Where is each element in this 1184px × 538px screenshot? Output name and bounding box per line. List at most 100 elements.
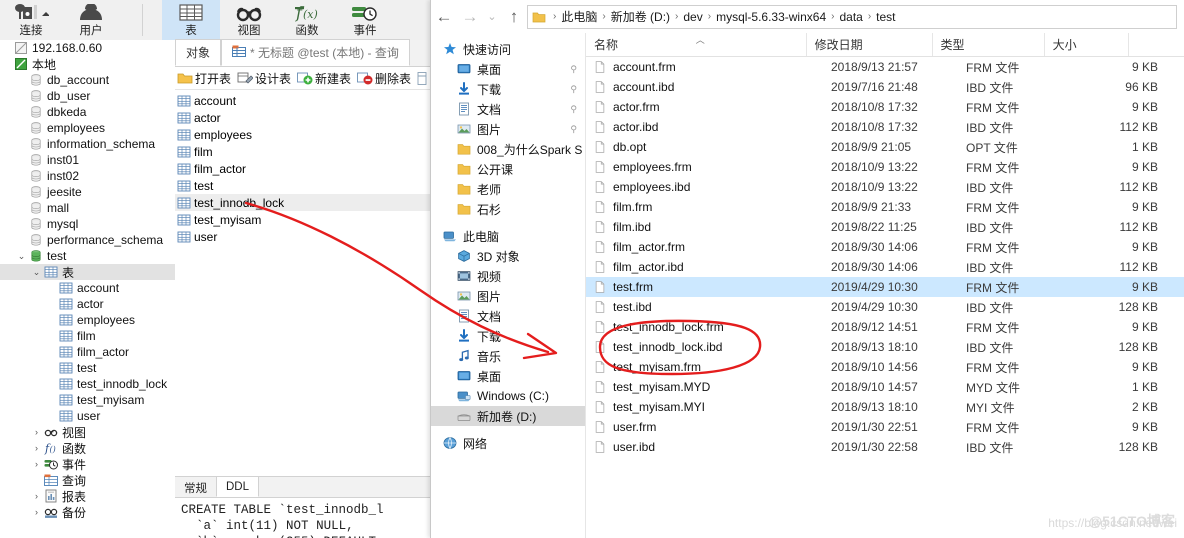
explorer-sidebar-item[interactable]: 下载 bbox=[431, 326, 585, 346]
explorer-sidebar-item[interactable]: 008_为什么Spark S bbox=[431, 139, 585, 159]
ribbon-button-connection[interactable]: 连接 bbox=[0, 0, 62, 40]
pin-icon[interactable]: ⚲ bbox=[570, 84, 577, 95]
pin-icon[interactable]: ⚲ bbox=[570, 104, 577, 115]
object-table-list[interactable]: account actor employees film film_actor test t… bbox=[175, 90, 440, 245]
object-list-item[interactable]: film_actor bbox=[175, 160, 440, 177]
object-tabstrip[interactable]: 对象 * 无标题 @test (本地) - 查询 bbox=[175, 39, 440, 67]
object-list-item[interactable]: test_myisam bbox=[175, 211, 440, 228]
tree-item--[interactable]: › 事件 bbox=[0, 456, 175, 472]
breadcrumb-item[interactable]: mysql-5.6.33-winx64 bbox=[716, 10, 826, 24]
chevron-right-icon[interactable]: › bbox=[30, 459, 43, 469]
column-header-name[interactable]: 名称 ︿ bbox=[586, 33, 807, 56]
chevron-down-icon[interactable]: ⌄ bbox=[15, 251, 28, 262]
object-toolbar[interactable]: 打开表 设计表 新建表 删除表 bbox=[175, 67, 440, 90]
explorer-sidebar-item[interactable]: 文档 bbox=[431, 306, 585, 326]
tab-general[interactable]: 常规 bbox=[175, 478, 216, 497]
object-list-item[interactable]: employees bbox=[175, 126, 440, 143]
explorer-sidebar-item[interactable]: Windows (C:) bbox=[431, 386, 585, 406]
ribbon-button-table[interactable]: 表 bbox=[162, 0, 220, 40]
tree-item-test[interactable]: ⌄ test bbox=[0, 248, 175, 264]
ribbon-button-function[interactable]: f (x) 函数 bbox=[278, 0, 336, 40]
explorer-sidebar-item[interactable]: 老师 bbox=[431, 179, 585, 199]
chevron-right-icon[interactable]: › bbox=[30, 507, 43, 517]
tree-item--[interactable]: ⌄ 表 bbox=[0, 264, 175, 280]
file-row[interactable]: user.frm 2019/1/30 22:51 FRM 文件 9 KB bbox=[586, 417, 1184, 437]
file-list[interactable]: account.frm 2018/9/13 21:57 FRM 文件 9 KB acco… bbox=[586, 57, 1184, 457]
explorer-sidebar-item[interactable]: 图片 ⚲ bbox=[431, 119, 585, 139]
forward-arrow-icon[interactable]: → bbox=[457, 4, 483, 30]
file-row[interactable]: employees.frm 2018/10/9 13:22 FRM 文件 9 KB bbox=[586, 157, 1184, 177]
explorer-sidebar-item[interactable]: 公开课 bbox=[431, 159, 585, 179]
design-table-button[interactable]: 设计表 bbox=[237, 70, 291, 87]
tab-query[interactable]: * 无标题 @test (本地) - 查询 bbox=[221, 39, 410, 66]
explorer-sidebar-item[interactable]: 图片 bbox=[431, 286, 585, 306]
explorer-sidebar-item[interactable]: 视频 bbox=[431, 266, 585, 286]
tree-item-mall[interactable]: mall bbox=[0, 200, 175, 216]
file-list-header[interactable]: 名称 ︿ 修改日期 类型 大小 bbox=[586, 33, 1184, 57]
chevron-down-icon[interactable]: ⌄ bbox=[30, 267, 43, 278]
tree-item--[interactable]: › f() 函数 bbox=[0, 440, 175, 456]
tree-item-test[interactable]: test bbox=[0, 360, 175, 376]
pin-icon[interactable]: ⚲ bbox=[570, 64, 577, 75]
file-row[interactable]: film_actor.ibd 2018/9/30 14:06 IBD 文件 112 K… bbox=[586, 257, 1184, 277]
ddl-tabstrip[interactable]: 常规 DDL bbox=[175, 476, 440, 498]
object-list-item[interactable]: test_innodb_lock bbox=[175, 194, 440, 211]
explorer-sidebar-item[interactable]: 新加卷 (D:) bbox=[431, 406, 585, 426]
tab-ddl[interactable]: DDL bbox=[216, 476, 260, 497]
tree-item-actor[interactable]: actor bbox=[0, 296, 175, 312]
delete-table-button[interactable]: 删除表 bbox=[357, 70, 411, 87]
explorer-sidebar-item[interactable]: 下载 ⚲ bbox=[431, 79, 585, 99]
tree-item-employees[interactable]: employees bbox=[0, 312, 175, 328]
tree-item-film_actor[interactable]: film_actor bbox=[0, 344, 175, 360]
file-row[interactable]: film_actor.frm 2018/9/30 14:06 FRM 文件 9 KB bbox=[586, 237, 1184, 257]
file-row[interactable]: test.ibd 2019/4/29 10:30 IBD 文件 128 KB bbox=[586, 297, 1184, 317]
file-row[interactable]: account.frm 2018/9/13 21:57 FRM 文件 9 KB bbox=[586, 57, 1184, 77]
file-row[interactable]: test_innodb_lock.ibd 2018/9/13 18:10 IBD 文… bbox=[586, 337, 1184, 357]
database-tree[interactable]: 192.168.0.60 本地 db_account db_user dbkeda emp… bbox=[0, 40, 176, 538]
object-list-item[interactable]: actor bbox=[175, 109, 440, 126]
explorer-sidebar-item[interactable]: 音乐 bbox=[431, 346, 585, 366]
ribbon-button-user[interactable]: 用户 bbox=[62, 0, 120, 40]
explorer-sidebar-item[interactable]: 桌面 ⚲ bbox=[431, 59, 585, 79]
tree-item-inst02[interactable]: inst02 bbox=[0, 168, 175, 184]
pin-icon[interactable]: ⚲ bbox=[570, 124, 577, 135]
explorer-navigation-pane[interactable]: 快速访问 桌面 ⚲ 下载 ⚲ 文档 ⚲ 图片 ⚲ 008_为什么Spark S 公开课 老师 石杉 此电脑… bbox=[431, 33, 586, 538]
tree-item--[interactable]: 本地 bbox=[0, 56, 175, 72]
explorer-file-pane[interactable]: 名称 ︿ 修改日期 类型 大小 account.frm 2018/9/13 21:… bbox=[586, 33, 1184, 538]
open-table-button[interactable]: 打开表 bbox=[177, 70, 231, 87]
tree-item-employees[interactable]: employees bbox=[0, 120, 175, 136]
object-list-item[interactable]: test bbox=[175, 177, 440, 194]
object-list-item[interactable]: account bbox=[175, 92, 440, 109]
tree-item-192-168-0-60[interactable]: 192.168.0.60 bbox=[0, 40, 175, 56]
breadcrumb[interactable]: › 此电脑 › 新加卷 (D:) › dev › mysql-5.6.33-winx64 › da… bbox=[548, 8, 896, 25]
more-toolbar-icon[interactable] bbox=[417, 71, 427, 85]
explorer-sidebar-item[interactable]: 快速访问 bbox=[431, 39, 585, 59]
file-row[interactable]: actor.ibd 2018/10/8 17:32 IBD 文件 112 KB bbox=[586, 117, 1184, 137]
tree-item-film[interactable]: film bbox=[0, 328, 175, 344]
breadcrumb-item[interactable]: test bbox=[876, 10, 895, 24]
file-row[interactable]: test_myisam.MYI 2018/9/13 18:10 MYI 文件 2 KB bbox=[586, 397, 1184, 417]
tree-item-information_schema[interactable]: information_schema bbox=[0, 136, 175, 152]
tree-item-performance_schema[interactable]: performance_schema bbox=[0, 232, 175, 248]
tree-item-inst01[interactable]: inst01 bbox=[0, 152, 175, 168]
new-table-button[interactable]: 新建表 bbox=[297, 70, 351, 87]
breadcrumb-item[interactable]: 新加卷 (D:) bbox=[611, 8, 670, 25]
file-row[interactable]: account.ibd 2019/7/16 21:48 IBD 文件 96 KB bbox=[586, 77, 1184, 97]
breadcrumb-item[interactable]: dev bbox=[683, 10, 702, 24]
chevron-right-icon[interactable]: › bbox=[30, 427, 43, 437]
tree-item--[interactable]: 查询 bbox=[0, 472, 175, 488]
chevron-down-icon[interactable]: ⌄ bbox=[483, 4, 501, 30]
ribbon-button-event[interactable]: 事件 bbox=[336, 0, 394, 40]
tree-item--[interactable]: › 视图 bbox=[0, 424, 175, 440]
breadcrumb-item[interactable]: data bbox=[839, 10, 862, 24]
tree-item-user[interactable]: user bbox=[0, 408, 175, 424]
file-row[interactable]: user.ibd 2019/1/30 22:58 IBD 文件 128 KB bbox=[586, 437, 1184, 457]
file-row[interactable]: test_myisam.MYD 2018/9/10 14:57 MYD 文件 1 KB bbox=[586, 377, 1184, 397]
chevron-right-icon[interactable]: › bbox=[30, 491, 43, 501]
explorer-sidebar-item[interactable]: 文档 ⚲ bbox=[431, 99, 585, 119]
explorer-sidebar-item[interactable]: 桌面 bbox=[431, 366, 585, 386]
tree-item-mysql[interactable]: mysql bbox=[0, 216, 175, 232]
tree-item-dbkeda[interactable]: dbkeda bbox=[0, 104, 175, 120]
file-row[interactable]: film.frm 2018/9/9 21:33 FRM 文件 9 KB bbox=[586, 197, 1184, 217]
tree-item-account[interactable]: account bbox=[0, 280, 175, 296]
